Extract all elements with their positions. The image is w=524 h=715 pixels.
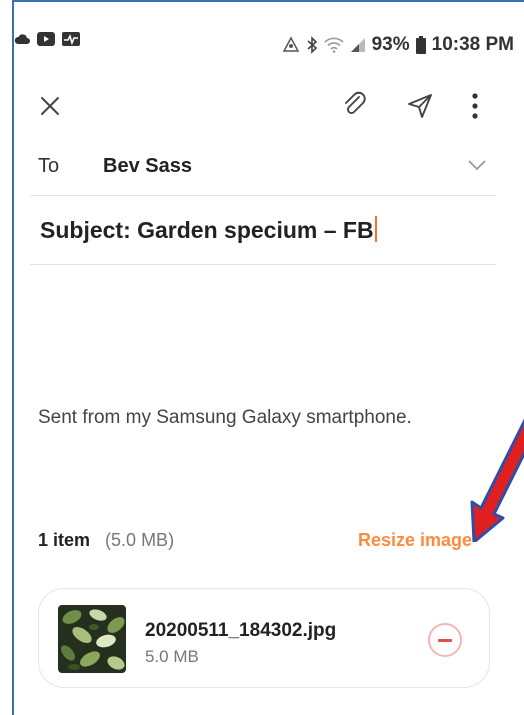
attachment-total-size: (5.0 MB) bbox=[105, 530, 175, 550]
paperclip-icon[interactable] bbox=[340, 90, 370, 120]
bluetooth-icon bbox=[307, 36, 317, 54]
send-icon[interactable] bbox=[404, 90, 436, 122]
frame-left-border bbox=[0, 0, 14, 715]
cloud-icon bbox=[14, 34, 30, 44]
attachment-file-size: 5.0 MB bbox=[145, 647, 199, 666]
recipient-row[interactable]: To Bev Sass bbox=[30, 145, 496, 196]
status-right: 93% 10:38 PM bbox=[282, 34, 514, 56]
activity-icon bbox=[62, 32, 80, 46]
subject-field[interactable]: Subject: Garden specium – FB bbox=[30, 196, 496, 265]
status-left-icons bbox=[14, 32, 80, 46]
clock: 10:38 PM bbox=[431, 34, 514, 55]
status-bar: 93% 10:38 PM bbox=[14, 2, 524, 90]
attachment-card[interactable]: 20200511_184302.jpg 5.0 MB bbox=[38, 588, 490, 688]
recipient-chip[interactable]: Bev Sass bbox=[103, 155, 192, 178]
attachment-summary: 1 item (5.0 MB) bbox=[38, 530, 174, 551]
close-icon[interactable] bbox=[36, 92, 64, 120]
email-compose-screen: 93% 10:38 PM To Bev Sass Subject: Garden… bbox=[14, 2, 524, 715]
youtube-icon bbox=[37, 32, 55, 46]
subject-input[interactable]: Subject: Garden specium – FB bbox=[40, 216, 377, 244]
wifi-icon bbox=[324, 37, 344, 53]
compose-toolbar bbox=[14, 82, 524, 132]
attachment-thumbnail[interactable] bbox=[58, 605, 126, 673]
to-label: To bbox=[38, 155, 60, 177]
resize-image-button[interactable]: Resize image bbox=[358, 530, 472, 551]
attachment-count: 1 item bbox=[38, 530, 91, 550]
chevron-down-icon[interactable] bbox=[466, 157, 488, 173]
more-vert-icon[interactable] bbox=[469, 90, 481, 122]
plant-photo-thumbnail bbox=[58, 605, 126, 673]
accessibility-icon bbox=[282, 36, 299, 52]
battery-icon bbox=[415, 36, 426, 54]
signal-icon bbox=[350, 38, 365, 52]
email-body-signature[interactable]: Sent from my Samsung Galaxy smartphone. bbox=[38, 407, 412, 429]
battery-percent: 93% bbox=[371, 34, 410, 55]
subject-text: Subject: Garden specium – FB bbox=[40, 217, 374, 243]
annotation-arrow-icon bbox=[470, 418, 524, 542]
remove-attachment-button[interactable] bbox=[428, 623, 462, 657]
text-caret bbox=[374, 216, 377, 242]
attachment-file-name: 20200511_184302.jpg bbox=[145, 620, 337, 641]
